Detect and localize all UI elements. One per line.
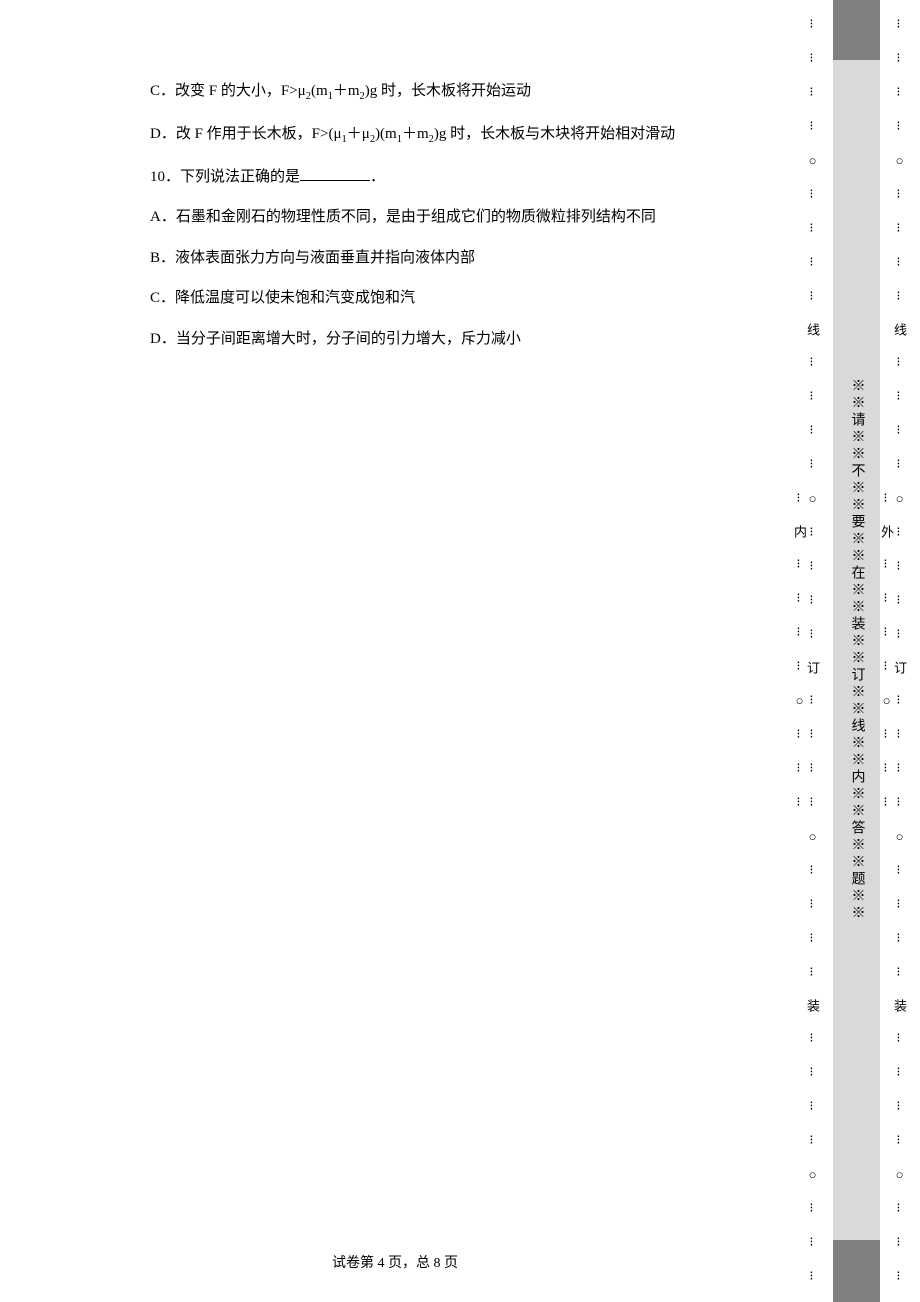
binding-strip-center: ※※请※※不※※要※※在※※装※※订※※线※※内※※答※※题※※ bbox=[833, 0, 880, 1302]
option-c-line: C．改变 F 的大小，F>μ2(m1＋m2)g 时，长木板将开始运动 bbox=[150, 80, 760, 105]
gray-block-bottom bbox=[833, 1240, 880, 1302]
text: C．改变 F 的大小，F>μ bbox=[150, 83, 306, 99]
question-block: C．改变 F 的大小，F>μ2(m1＋m2)g 时，长木板将开始运动 D．改 F… bbox=[150, 80, 760, 350]
option-b: B．液体表面张力方向与液面垂直并指向液体内部 bbox=[150, 247, 760, 270]
binding-pattern-inner: ⁝ ⁝ ⁝ ⁝ ○ ⁝ ⁝ ⁝ ⁝ 线 ⁝ ⁝ ⁝ ⁝ ○ ⁝ ⁝ ⁝ ⁝ 订 … bbox=[793, 0, 819, 1302]
text: ＋μ bbox=[347, 126, 370, 142]
text: ＋m bbox=[333, 83, 360, 99]
option-d: D．当分子间距离增大时，分子间的引力增大，斥力减小 bbox=[150, 328, 760, 351]
gray-block-middle: ※※请※※不※※要※※在※※装※※订※※线※※内※※答※※题※※ bbox=[833, 60, 880, 1240]
text: )(m bbox=[375, 126, 397, 142]
footer-total: 8 bbox=[434, 1256, 441, 1271]
question-10-stem: 10．下列说法正确的是 ． bbox=[150, 166, 760, 189]
binding-pattern-outer: ⁝ ⁝ ⁝ ⁝ ○ ⁝ ⁝ ⁝ ⁝ 线 ⁝ ⁝ ⁝ ⁝ ○ ⁝ ⁝ ⁝ ⁝ 订 … bbox=[880, 0, 906, 1302]
footer-suffix: 页 bbox=[441, 1256, 459, 1271]
text: )g 时，长木板与木块将开始相对滑动 bbox=[434, 126, 675, 142]
text: D．改 F 作用于长木板，F>(μ bbox=[150, 126, 342, 142]
text: ． bbox=[370, 169, 385, 185]
binding-strip-outer: ⁝ ⁝ ⁝ ⁝ ○ ⁝ ⁝ ⁝ ⁝ 线 ⁝ ⁝ ⁝ ⁝ ○ ⁝ ⁝ ⁝ ⁝ 订 … bbox=[880, 0, 920, 1302]
answer-blank[interactable] bbox=[300, 166, 370, 181]
text: (m bbox=[311, 83, 328, 99]
text: )g 时，长木板将开始运动 bbox=[365, 83, 531, 99]
option-a: A．石墨和金刚石的物理性质不同，是由于组成它们的物质微粒排列结构不同 bbox=[150, 206, 760, 229]
footer-page: 4 bbox=[378, 1256, 385, 1271]
gray-block-top bbox=[833, 0, 880, 60]
option-c: C．降低温度可以使未饱和汽变成饱和汽 bbox=[150, 287, 760, 310]
binding-warning-text: ※※请※※不※※要※※在※※装※※订※※线※※内※※答※※题※※ bbox=[847, 378, 867, 922]
text: ＋m bbox=[402, 126, 429, 142]
footer-prefix: 试卷第 bbox=[332, 1256, 378, 1271]
page-content: C．改变 F 的大小，F>μ2(m1＋m2)g 时，长木板将开始运动 D．改 F… bbox=[0, 0, 790, 1302]
text: 10．下列说法正确的是 bbox=[150, 169, 300, 185]
binding-strip-inner: ⁝ ⁝ ⁝ ⁝ ○ ⁝ ⁝ ⁝ ⁝ 线 ⁝ ⁝ ⁝ ⁝ ○ ⁝ ⁝ ⁝ ⁝ 订 … bbox=[793, 0, 833, 1302]
page-footer: 试卷第 4 页，总 8 页 bbox=[0, 1252, 790, 1272]
footer-mid: 页，总 bbox=[385, 1256, 434, 1271]
option-d-line: D．改 F 作用于长木板，F>(μ1＋μ2)(m1＋m2)g 时，长木板与木块将… bbox=[150, 123, 760, 148]
